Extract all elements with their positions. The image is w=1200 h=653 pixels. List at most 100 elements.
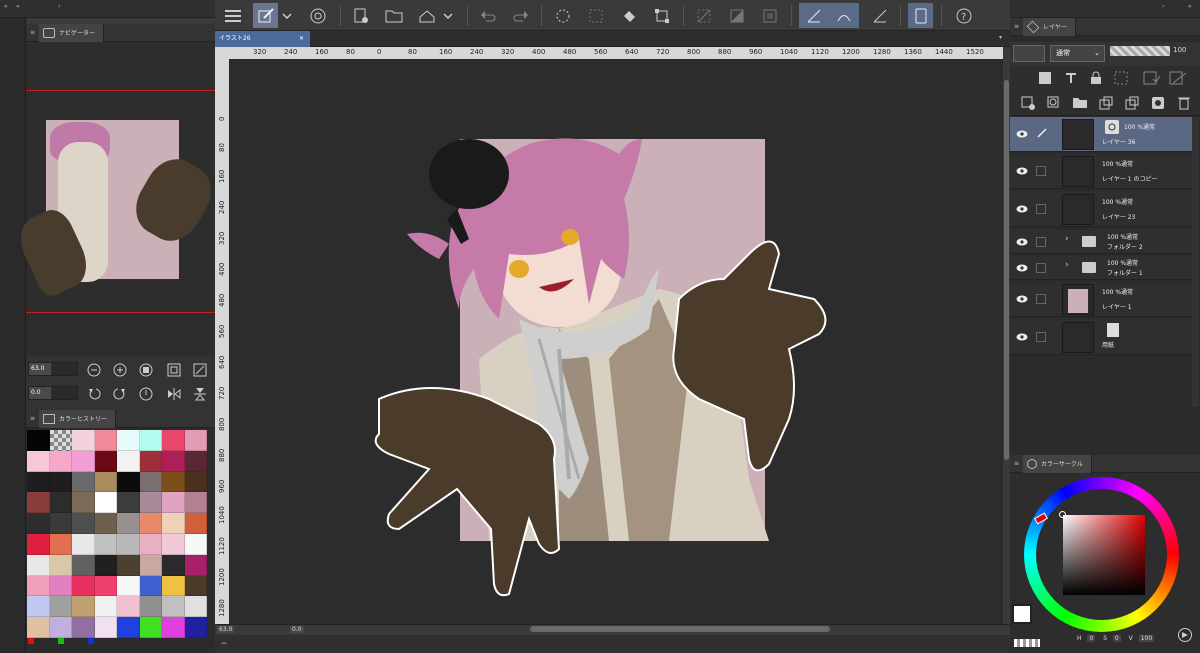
- color-swatch[interactable]: [94, 596, 117, 618]
- color-swatch[interactable]: [49, 471, 72, 493]
- color-swatch[interactable]: [117, 575, 140, 597]
- color-swatch[interactable]: [117, 450, 140, 472]
- enable-mask-icon[interactable]: [1142, 70, 1162, 86]
- color-swatch[interactable]: [72, 492, 95, 514]
- status-zoom[interactable]: 63.0: [217, 626, 235, 633]
- color-circle-tab[interactable]: カラーサークル: [1023, 454, 1092, 473]
- layer-tab[interactable]: レイヤー: [1023, 17, 1076, 36]
- color-swatch[interactable]: [49, 450, 72, 472]
- color-swatch[interactable]: [117, 492, 140, 514]
- loading-spinner-icon[interactable]: [550, 3, 575, 28]
- color-swatch[interactable]: [139, 533, 162, 555]
- tablet-mode-icon[interactable]: [908, 3, 933, 28]
- chevron-right-icon[interactable]: ›: [1065, 260, 1069, 270]
- eye-icon[interactable]: [1015, 330, 1029, 344]
- color-swatch[interactable]: [184, 492, 207, 514]
- color-swatch[interactable]: [49, 596, 72, 618]
- transform-icon[interactable]: [649, 3, 674, 28]
- layer-checkbox[interactable]: [1036, 332, 1046, 342]
- navigator-tab[interactable]: ナビゲーター: [39, 23, 105, 42]
- fit-navigator-icon[interactable]: [166, 362, 182, 378]
- close-icon[interactable]: ✕: [299, 31, 304, 47]
- menu-icon[interactable]: ≡: [1014, 460, 1019, 467]
- menu-icon[interactable]: ≡: [1014, 23, 1019, 30]
- chevron-right-icon[interactable]: ›: [1162, 3, 1164, 10]
- undo-icon[interactable]: [475, 3, 500, 28]
- chevron-right-icon[interactable]: ›: [1065, 234, 1069, 244]
- color-swatch[interactable]: [184, 554, 207, 576]
- color-swatch[interactable]: [72, 554, 95, 576]
- redo-icon[interactable]: [508, 3, 533, 28]
- color-swatch[interactable]: [162, 471, 185, 493]
- color-swatch[interactable]: [94, 471, 117, 493]
- status-rotation[interactable]: 0.0: [290, 626, 304, 633]
- color-swatch[interactable]: [27, 533, 50, 555]
- eye-icon[interactable]: [1015, 292, 1029, 306]
- save-icon[interactable]: [414, 3, 439, 28]
- collapse-left-icon[interactable]: »: [4, 3, 8, 10]
- color-swatch[interactable]: [94, 554, 117, 576]
- color-swatch[interactable]: [139, 575, 162, 597]
- color-swatch[interactable]: [184, 575, 207, 597]
- layer-checkbox[interactable]: [1036, 237, 1046, 247]
- invert-selection-icon[interactable]: [724, 3, 749, 28]
- color-swatch[interactable]: [162, 513, 185, 534]
- combine-to-lower-layer-icon[interactable]: [1124, 95, 1140, 111]
- snap-to-ruler-icon[interactable]: [799, 3, 829, 28]
- color-swatch[interactable]: [117, 533, 140, 555]
- color-swatch[interactable]: [117, 596, 140, 618]
- clear-selection-icon[interactable]: [583, 3, 608, 28]
- color-swatch[interactable]: [49, 430, 72, 451]
- color-swatch[interactable]: [72, 596, 95, 618]
- clip-studio-icon[interactable]: [305, 3, 330, 28]
- color-swatch[interactable]: [27, 450, 50, 472]
- color-swatch[interactable]: [27, 554, 50, 576]
- color-swatch[interactable]: [139, 513, 162, 534]
- color-swatch[interactable]: [184, 596, 207, 618]
- collapse-right-icon[interactable]: »: [1188, 3, 1192, 10]
- color-swatch[interactable]: [72, 471, 95, 493]
- color-swatch[interactable]: [27, 430, 50, 451]
- color-swatch[interactable]: [162, 617, 185, 638]
- new-raster-layer-icon[interactable]: [1020, 95, 1036, 111]
- color-swatch[interactable]: [72, 450, 95, 472]
- new-vector-layer-icon[interactable]: [1046, 95, 1062, 111]
- color-swatch[interactable]: [94, 617, 117, 638]
- menu-icon[interactable]: ≡: [30, 415, 35, 422]
- color-swatch[interactable]: [184, 471, 207, 493]
- lock-icon[interactable]: [1088, 70, 1104, 86]
- chevron-down-icon[interactable]: ▾: [999, 34, 1002, 41]
- navigator-preview[interactable]: [11, 42, 222, 356]
- color-swatch[interactable]: [184, 430, 207, 451]
- color-swatch[interactable]: [27, 471, 50, 493]
- color-swatch[interactable]: [27, 513, 50, 534]
- actual-size-icon[interactable]: [138, 362, 154, 378]
- layer-checkbox[interactable]: [1036, 294, 1046, 304]
- color-swatch[interactable]: [162, 554, 185, 576]
- color-history-tab[interactable]: カラーヒストリー: [39, 409, 117, 428]
- color-swatch[interactable]: [162, 533, 185, 555]
- rotate-right-icon[interactable]: [112, 386, 128, 402]
- layer-checkbox[interactable]: [1036, 166, 1046, 176]
- layer-checkbox[interactable]: [1036, 263, 1046, 273]
- color-swatch[interactable]: [184, 533, 207, 555]
- expand-up-icon[interactable]: ︽: [221, 637, 227, 646]
- color-swatch[interactable]: [117, 554, 140, 576]
- fill-icon[interactable]: [616, 3, 641, 28]
- color-swatch[interactable]: [162, 596, 185, 618]
- color-swatch[interactable]: [117, 430, 140, 451]
- selection-border-icon[interactable]: [757, 3, 782, 28]
- color-swatch[interactable]: [27, 492, 50, 514]
- eye-icon[interactable]: [1015, 235, 1029, 249]
- color-swatch[interactable]: [162, 430, 185, 451]
- color-swatch[interactable]: [139, 471, 162, 493]
- color-swatch[interactable]: [94, 575, 117, 597]
- ruler-display-icon[interactable]: [1168, 70, 1188, 86]
- clip-to-layer-icon[interactable]: [1037, 70, 1053, 86]
- color-swatch[interactable]: [49, 554, 72, 576]
- color-swatch[interactable]: [94, 450, 117, 472]
- chevron-left-icon[interactable]: ‹: [58, 3, 60, 10]
- saturation-value-square[interactable]: [1063, 515, 1145, 595]
- color-swatch[interactable]: [162, 492, 185, 514]
- deselect-icon[interactable]: [691, 3, 716, 28]
